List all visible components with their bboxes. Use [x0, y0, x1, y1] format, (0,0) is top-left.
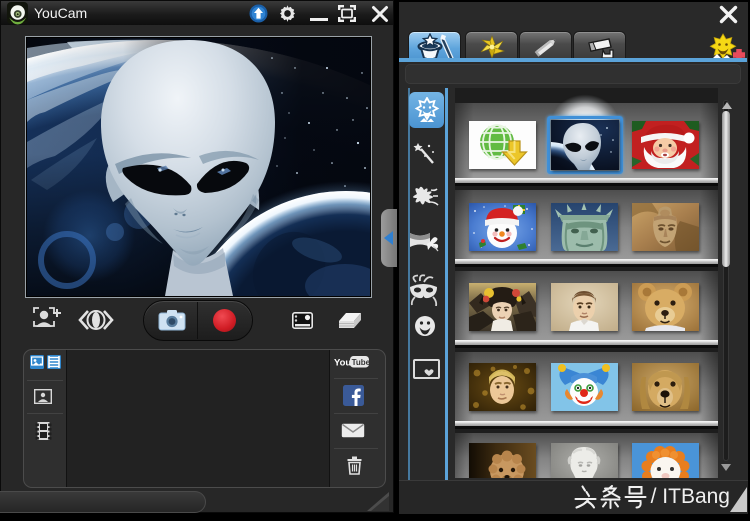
svg-text:Tube: Tube — [352, 358, 371, 367]
svg-text:You: You — [334, 358, 351, 369]
